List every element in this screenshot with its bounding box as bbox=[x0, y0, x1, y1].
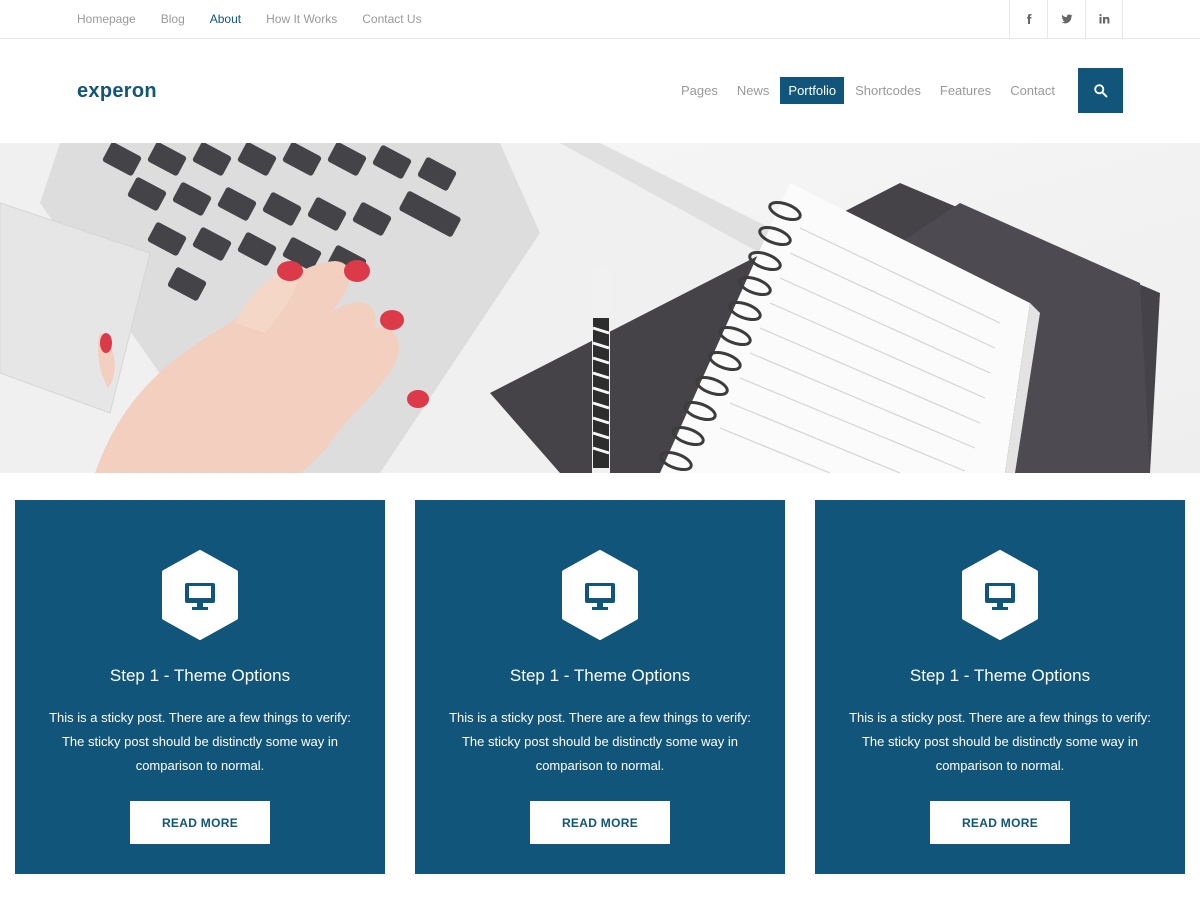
hero-photo bbox=[0, 143, 1200, 473]
main-nav-news[interactable]: News bbox=[737, 77, 770, 104]
feature-card: Step 1 - Theme Options This is a sticky … bbox=[415, 500, 785, 874]
linkedin-icon bbox=[1099, 14, 1110, 24]
top-bar: Homepage Blog About How It Works Contact… bbox=[0, 0, 1200, 39]
read-more-button[interactable]: READ MORE bbox=[130, 801, 270, 844]
main-nav-shortcodes[interactable]: Shortcodes bbox=[855, 77, 921, 104]
top-nav-contact-us[interactable]: Contact Us bbox=[362, 12, 421, 26]
linkedin-button[interactable] bbox=[1085, 0, 1123, 38]
card-title: Step 1 - Theme Options bbox=[509, 666, 691, 685]
monitor-icon bbox=[162, 550, 238, 640]
facebook-button[interactable] bbox=[1009, 0, 1047, 38]
card-text: This is a sticky post. There are a few t… bbox=[849, 710, 1151, 773]
feature-card: Step 1 - Theme Options This is a sticky … bbox=[815, 500, 1185, 874]
search-icon bbox=[1094, 84, 1108, 98]
card-text: This is a sticky post. There are a few t… bbox=[49, 710, 351, 773]
main-nav-features[interactable]: Features bbox=[940, 77, 991, 104]
monitor-icon bbox=[962, 550, 1038, 640]
site-logo[interactable]: experon bbox=[77, 80, 157, 103]
main-nav-portfolio[interactable]: Portfolio bbox=[780, 77, 845, 104]
main-nav: Pages News Portfolio Shortcodes Features… bbox=[662, 77, 1055, 104]
read-more-button[interactable]: READ MORE bbox=[930, 801, 1070, 844]
facebook-icon bbox=[1026, 14, 1031, 24]
site-header: experon Pages News Portfolio Shortcodes … bbox=[0, 39, 1200, 143]
monitor-icon bbox=[562, 550, 638, 640]
card-title: Step 1 - Theme Options bbox=[109, 666, 291, 685]
read-more-button[interactable]: READ MORE bbox=[530, 801, 670, 844]
hero-image bbox=[0, 143, 1200, 473]
card-title: Step 1 - Theme Options bbox=[909, 666, 1091, 685]
twitter-icon bbox=[1061, 14, 1072, 24]
top-nav-blog[interactable]: Blog bbox=[161, 12, 185, 26]
card-text: This is a sticky post. There are a few t… bbox=[449, 710, 751, 773]
top-nav-how-it-works[interactable]: How It Works bbox=[266, 12, 337, 26]
feature-cards: Step 1 - Theme Options This is a sticky … bbox=[15, 500, 1185, 874]
search-button[interactable] bbox=[1078, 68, 1123, 113]
top-nav: Homepage Blog About How It Works Contact… bbox=[77, 0, 447, 38]
main-nav-contact[interactable]: Contact bbox=[1010, 77, 1055, 104]
main-nav-pages[interactable]: Pages bbox=[681, 77, 718, 104]
top-nav-about[interactable]: About bbox=[210, 12, 241, 26]
twitter-button[interactable] bbox=[1047, 0, 1085, 38]
top-nav-homepage[interactable]: Homepage bbox=[77, 12, 136, 26]
social-links bbox=[1009, 0, 1123, 38]
feature-card: Step 1 - Theme Options This is a sticky … bbox=[15, 500, 385, 874]
